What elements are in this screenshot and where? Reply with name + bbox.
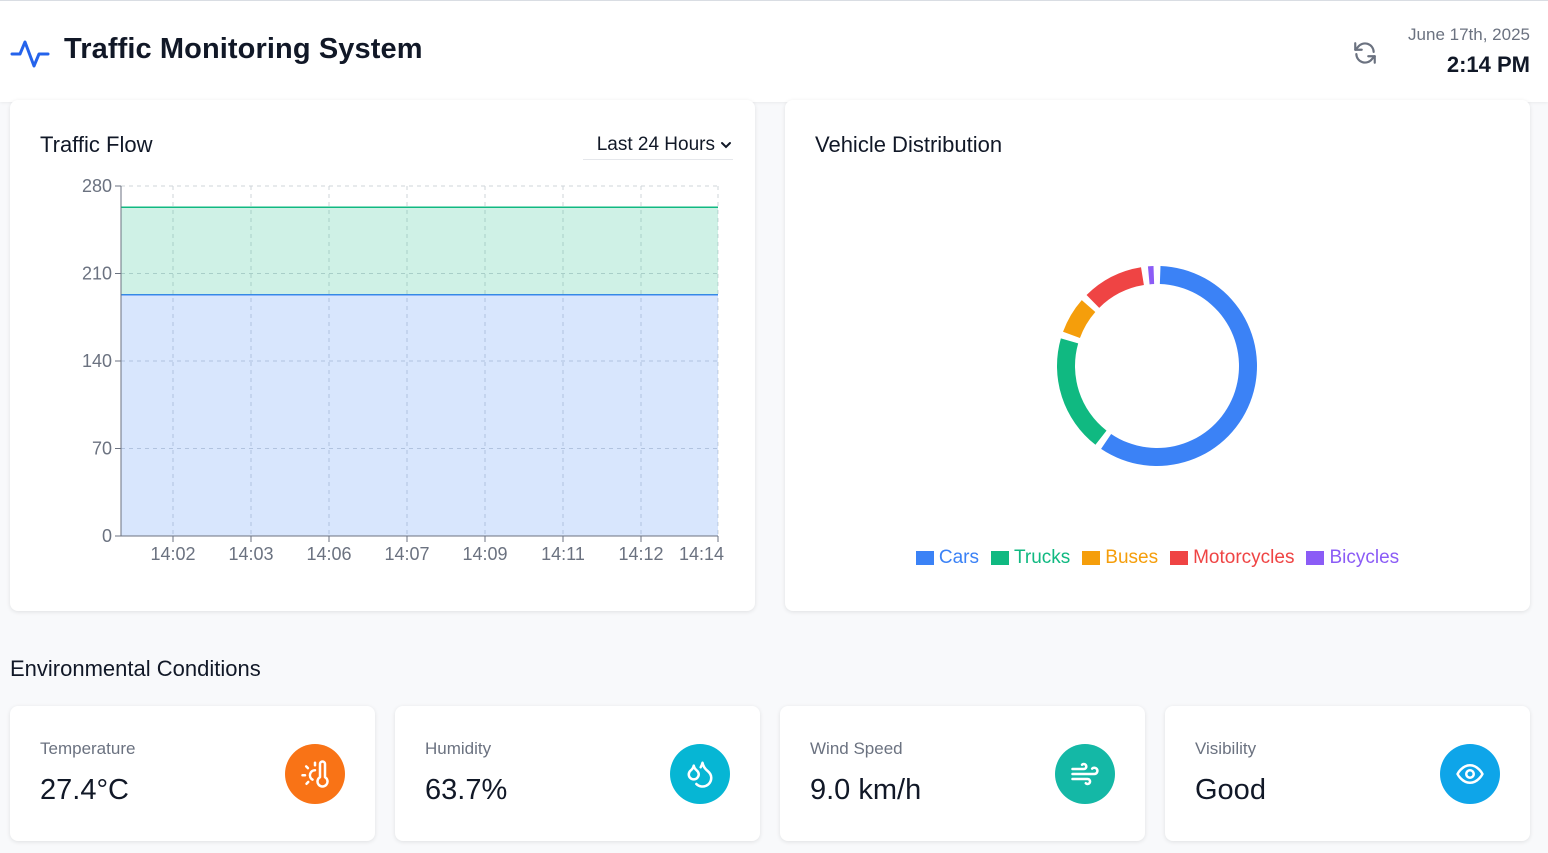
- donut-slice-motorcycles: [1086, 267, 1144, 308]
- traffic-flow-chart: 0 70 140 210 280 14:02 14:03 14:06 14:07 14:09 14:…: [82, 176, 724, 564]
- thermometer-sun-icon: [285, 744, 345, 804]
- time-range-value: Last 24 Hours: [596, 133, 715, 155]
- vehicle-distribution-donut: [1057, 266, 1257, 466]
- env-value: 9.0 km/h: [810, 774, 922, 806]
- current-date: June 17th, 2025: [1408, 25, 1530, 44]
- env-card-wind-speed: Wind Speed 9.0 km/h: [780, 706, 1145, 841]
- refresh-button[interactable]: [1351, 39, 1379, 67]
- activity-pulse-icon: [10, 40, 50, 68]
- env-card-humidity: Humidity 63.7%: [395, 706, 760, 841]
- x-tick-label: 14:03: [228, 544, 273, 564]
- donut-slice-cars: [1101, 266, 1257, 466]
- y-tick-label: 140: [82, 351, 112, 371]
- app-title: Traffic Monitoring System: [64, 33, 423, 65]
- env-label: Wind Speed: [810, 739, 903, 758]
- legend-label: Bicycles: [1329, 547, 1400, 568]
- y-tick-label: 0: [102, 526, 112, 546]
- legend-label: Trucks: [1013, 547, 1071, 568]
- x-tick-label: 14:06: [306, 544, 351, 564]
- x-tick-label: 14:14: [679, 544, 724, 564]
- refresh-icon: [1354, 42, 1376, 64]
- env-label: Temperature: [40, 739, 136, 758]
- legend-label: Motorcycles: [1193, 547, 1295, 568]
- legend-swatch: [915, 551, 934, 565]
- eye-icon: [1440, 744, 1500, 804]
- wind-icon: [1055, 744, 1115, 804]
- env-card-temperature: Temperature 27.4°C: [10, 706, 375, 841]
- y-tick-label: 280: [82, 176, 112, 196]
- top-bar: Traffic Monitoring System June 17th, 202…: [0, 0, 1548, 102]
- donut-legend: Cars Trucks Buses Motorcycles Bicycles: [785, 547, 1530, 569]
- current-time: 2:14 PM: [1446, 52, 1530, 77]
- donut-slice-trucks: [1057, 338, 1107, 445]
- legend-item-trucks[interactable]: Trucks: [990, 547, 1071, 569]
- droplets-icon: [670, 744, 730, 804]
- x-tick-label: 14:09: [462, 544, 507, 564]
- chevron-down-icon: [721, 141, 731, 148]
- y-tick-label: 210: [82, 264, 112, 284]
- env-label: Humidity: [425, 739, 492, 758]
- area-series-2: [121, 207, 718, 295]
- env-card-visibility: Visibility Good: [1165, 706, 1530, 841]
- legend-swatch: [1170, 551, 1189, 565]
- y-tick-label: 70: [92, 439, 112, 459]
- legend-item-buses[interactable]: Buses: [1082, 547, 1158, 569]
- legend-swatch: [1306, 551, 1325, 565]
- legend-swatch: [1082, 551, 1101, 565]
- environmental-conditions-title: Environmental Conditions: [10, 656, 261, 681]
- env-label: Visibility: [1195, 739, 1257, 758]
- traffic-flow-card: Traffic Flow Last 24 Hours 0 70 140 210 280 1…: [10, 100, 755, 611]
- legend-swatch: [990, 551, 1009, 565]
- x-tick-label: 14:02: [150, 544, 195, 564]
- traffic-flow-title: Traffic Flow: [40, 132, 153, 157]
- env-value: 63.7%: [425, 774, 508, 806]
- legend-item-bicycles[interactable]: Bicycles: [1306, 547, 1399, 569]
- x-tick-label: 14:07: [384, 544, 429, 564]
- x-tick-label: 14:11: [541, 544, 585, 564]
- legend-item-cars[interactable]: Cars: [915, 547, 979, 569]
- area-series-1: [121, 294, 718, 536]
- donut-slice-bicycles: [1147, 266, 1155, 285]
- x-tick-label: 14:12: [618, 544, 663, 564]
- legend-item-motorcycles[interactable]: Motorcycles: [1170, 547, 1294, 569]
- donut-slice-buses: [1063, 300, 1096, 338]
- env-value: Good: [1195, 774, 1266, 806]
- vehicle-distribution-card: Vehicle Distribution Cars Trucks Buses Moto…: [785, 100, 1530, 611]
- legend-label: Buses: [1105, 547, 1159, 568]
- time-range-select[interactable]: Last 24 Hours: [583, 130, 733, 160]
- env-value: 27.4°C: [40, 774, 129, 806]
- legend-label: Cars: [938, 547, 979, 568]
